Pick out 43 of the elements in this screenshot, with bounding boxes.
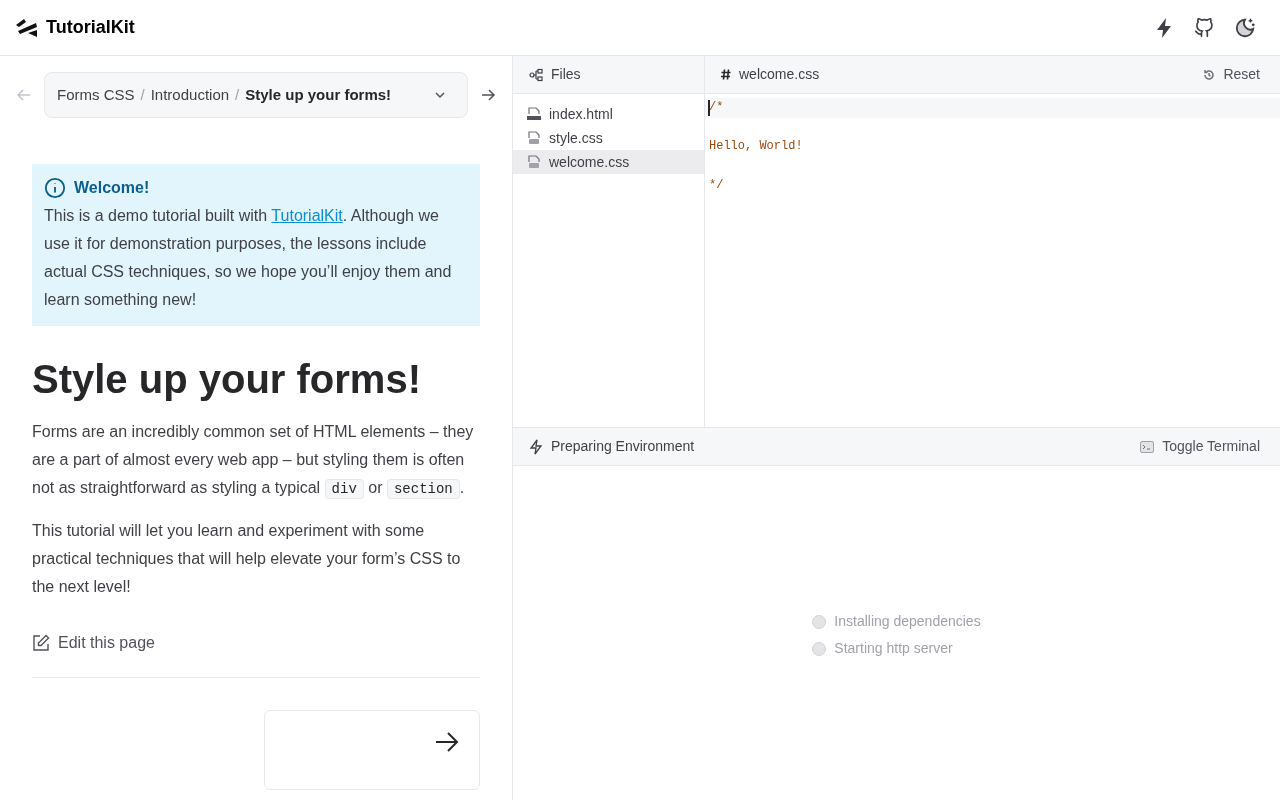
breadcrumb-dropdown[interactable]: Forms CSS / Introduction / Style up your forms!	[44, 72, 468, 118]
files-title: Files	[551, 65, 581, 84]
file-icon	[527, 131, 541, 145]
callout-text: This is a demo tutorial built with TutorialKit. Although we use it for demonstration purposes, the lessons include actual CSS techniques, so we hope you’ll enjoy them and learn something new!	[44, 206, 453, 310]
edit-page-link[interactable]: Edit this page	[32, 631, 480, 655]
file-item[interactable]: style.css	[513, 126, 704, 150]
body-paragraph: This tutorial will let you learn and experiment with some practical techniques that will help elevate your form’s CSS to the next level!	[32, 521, 462, 597]
step-label: Starting http server	[834, 639, 953, 658]
file-item[interactable]: index.html	[513, 102, 704, 126]
chevron-down-icon	[434, 91, 446, 99]
lightning-icon[interactable]	[1154, 16, 1174, 39]
editor-tab[interactable]: welcome.css	[721, 64, 820, 85]
logo-icon	[16, 18, 38, 37]
file-icon	[527, 107, 541, 121]
lightning-icon	[529, 438, 543, 455]
page-heading: Style up your forms!	[32, 356, 422, 403]
file-icon	[527, 155, 541, 169]
terminal-icon	[1140, 440, 1155, 453]
code-text[interactable]: /* Hello, World! */	[705, 98, 803, 196]
file-tree-icon	[529, 67, 543, 82]
preparing-environment-tab[interactable]: Preparing Environment	[529, 436, 695, 457]
hash-icon	[721, 69, 731, 80]
reset-button[interactable]: Reset	[1203, 64, 1264, 85]
body-paragraph: Forms are an incredibly common set of HTML elements – they are a part of almost every web app – but styling them is often not as straightforward as styling a typical div or section .	[32, 422, 475, 501]
github-icon[interactable]	[1194, 17, 1214, 38]
breadcrumb-separator: /	[139, 84, 146, 105]
file-item[interactable]: welcome.css	[513, 150, 704, 174]
breadcrumb-separator: /	[234, 84, 241, 105]
edit-icon	[32, 634, 50, 652]
next-arrow-icon	[435, 731, 459, 753]
breadcrumb-item: Introduction	[150, 84, 230, 105]
step-label: Installing dependencies	[834, 612, 981, 631]
logo-text[interactable]: TutorialKit	[46, 14, 135, 41]
breadcrumb-item: Style up your forms!	[245, 84, 392, 105]
breadcrumb-item: Forms CSS	[57, 84, 135, 105]
info-icon	[44, 177, 66, 199]
moon-icon[interactable]	[1234, 16, 1256, 39]
history-icon	[1203, 68, 1216, 81]
callout-title: Welcome!	[74, 178, 150, 198]
inline-code: div	[324, 479, 364, 499]
forward-arrow-icon[interactable]	[480, 87, 496, 103]
toggle-terminal-button[interactable]: Toggle Terminal	[1140, 436, 1264, 457]
inline-code: section	[386, 479, 460, 499]
